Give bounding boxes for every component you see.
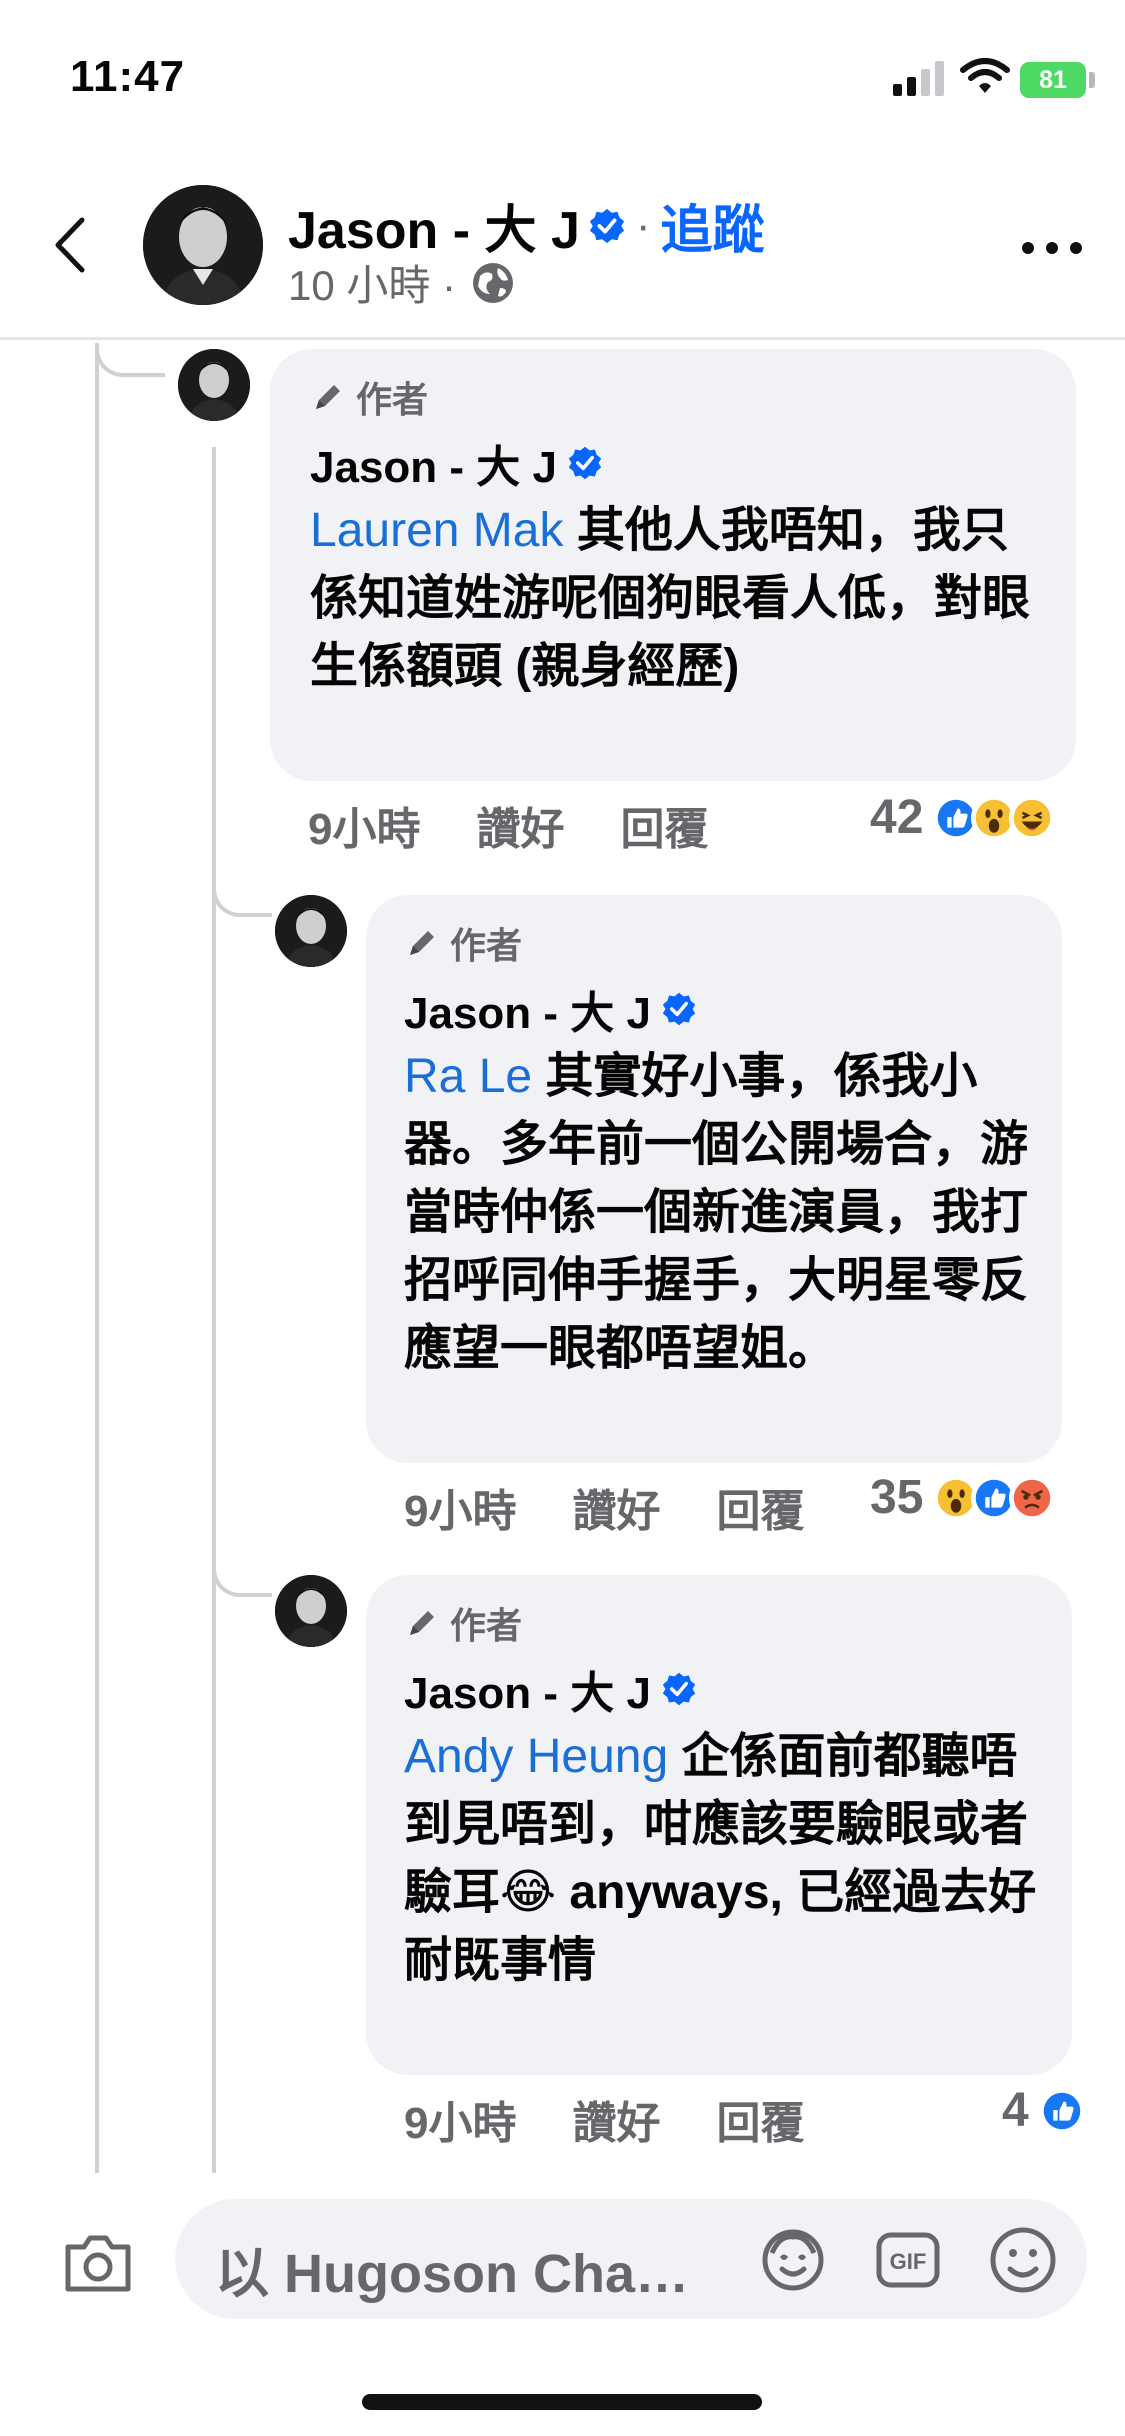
pencil-icon: [316, 385, 340, 409]
comment-actions: 9小時 讚好 回覆: [404, 1475, 860, 1539]
gif-label: GIF: [890, 2249, 927, 2274]
comment-text: Ra Le 其實好小事，係我小器。多年前一個公開場合，游當時仲係一個新進演員，我…: [404, 1043, 1034, 1383]
gif-icon: GIF: [876, 2232, 940, 2288]
comment-text: Andy Heung 企係面前都聽唔到見唔到，咁應該要驗眼或者驗耳😂 anywa…: [404, 1723, 1044, 1995]
reaction-count: 35: [870, 1471, 924, 1524]
commenter-name-text: Jason - 大 J: [310, 443, 557, 492]
pencil-icon: [410, 931, 434, 955]
camera-icon[interactable]: [62, 2231, 134, 2295]
commenter-name[interactable]: Jason - 大 J: [310, 431, 603, 495]
angry-reaction-icon: [1009, 1474, 1056, 1521]
more-options-icon[interactable]: [1020, 238, 1084, 258]
verified-badge-icon: [662, 1672, 696, 1706]
mention-link[interactable]: Ra Le: [404, 1050, 532, 1103]
commenter-name[interactable]: Jason - 大 J: [404, 1657, 697, 1721]
back-arrow-icon[interactable]: [40, 210, 100, 280]
post-header: Jason - 大 J · 追蹤 10 小時 ·: [0, 150, 1125, 340]
post-time: 10 小時 ·: [288, 262, 457, 309]
comment-avatar[interactable]: [275, 1575, 347, 1647]
thread-line-curve-2: [212, 883, 272, 917]
thread-line-curve-3: [212, 1563, 272, 1597]
reaction-count: 42: [870, 791, 924, 844]
comment-time: 9小時: [404, 2099, 517, 2148]
comment-actions: 9小時 讚好 回覆: [308, 793, 764, 857]
comment-actions: 9小時 讚好 回覆: [404, 2087, 860, 2151]
verified-badge-icon: [589, 208, 624, 243]
status-time: 11:47: [70, 52, 186, 101]
cellular-signal-icon: [893, 61, 944, 96]
commenter-name-text: Jason - 大 J: [404, 989, 651, 1038]
comment-time: 9小時: [404, 1487, 517, 1536]
mention-link[interactable]: Andy Heung: [404, 1730, 668, 1783]
avatar-photo: [275, 1575, 347, 1647]
wifi-icon: [960, 58, 1010, 93]
home-indicator: [362, 2394, 762, 2410]
reaction-summary[interactable]: 42: [870, 790, 1056, 845]
comment-avatar[interactable]: [275, 895, 347, 967]
pencil-icon: [410, 1611, 434, 1635]
reaction-summary[interactable]: 35: [870, 1470, 1056, 1525]
post-meta: 10 小時 ·: [288, 252, 516, 313]
thread-line-curve-1: [95, 343, 165, 377]
author-tag: 作者: [404, 917, 522, 969]
reply-button[interactable]: 回覆: [716, 2087, 804, 2151]
comment-bubble[interactable]: 作者 Jason - 大 J Ra Le 其實好小事，係我小器。多年前一個公開場…: [366, 895, 1062, 1463]
reaction-count: 4: [1002, 2084, 1029, 2137]
gif-button[interactable]: GIF: [875, 2227, 941, 2293]
emoji-icon[interactable]: [988, 2225, 1058, 2295]
author-tag-label: 作者: [450, 1605, 523, 1646]
thread-line-outer: [95, 343, 99, 2173]
battery-nub: [1089, 72, 1095, 88]
author-tag: 作者: [310, 371, 428, 423]
reaction-summary[interactable]: 4: [1002, 2083, 1085, 2138]
comment-input-placeholder: 以 Hugoson Cha…: [215, 2244, 689, 2304]
author-tag-label: 作者: [356, 379, 429, 420]
haha-reaction-icon: [1009, 794, 1056, 841]
comment-avatar[interactable]: [178, 349, 250, 421]
avatar-sticker-icon[interactable]: [760, 2227, 826, 2293]
reply-button[interactable]: 回覆: [620, 793, 708, 857]
comment-bubble[interactable]: 作者 Jason - 大 J Lauren Mak 其他人我唔知，我只係知道姓游…: [270, 349, 1076, 781]
battery-indicator: 81: [1020, 62, 1086, 98]
status-bar: 11:47 81: [0, 0, 1125, 150]
like-reaction-icon: [1038, 2087, 1085, 2134]
verified-badge-icon: [662, 992, 696, 1026]
like-button[interactable]: 讚好: [572, 2087, 660, 2151]
comment-text: Lauren Mak 其他人我唔知，我只係知道姓游呢個狗眼看人低，對眼生係額頭 …: [310, 497, 1050, 701]
verified-badge-icon: [568, 446, 602, 480]
follow-button[interactable]: 追蹤: [661, 188, 765, 263]
header-separator: ·: [635, 200, 651, 250]
thread-line-inner: [212, 447, 216, 2173]
author-tag-label: 作者: [450, 925, 523, 966]
like-button[interactable]: 讚好: [572, 1475, 660, 1539]
commenter-name[interactable]: Jason - 大 J: [404, 977, 697, 1041]
avatar-photo: [178, 349, 250, 421]
battery-level: 81: [1039, 65, 1067, 94]
globe-icon: [473, 262, 514, 303]
commenter-name-text: Jason - 大 J: [404, 1669, 651, 1718]
mention-link[interactable]: Lauren Mak: [310, 504, 563, 557]
profile-avatar[interactable]: [143, 185, 263, 305]
like-button[interactable]: 讚好: [476, 793, 564, 857]
avatar-photo: [275, 895, 347, 967]
comment-bubble[interactable]: 作者 Jason - 大 J Andy Heung 企係面前都聽唔到見唔到，咁應…: [366, 1575, 1072, 2075]
reply-button[interactable]: 回覆: [716, 1475, 804, 1539]
avatar-photo: [143, 185, 263, 305]
author-tag: 作者: [404, 1597, 522, 1649]
comment-input[interactable]: 以 Hugoson Cha… GIF: [175, 2199, 1087, 2319]
comment-time: 9小時: [308, 805, 421, 854]
comment-composer: 以 Hugoson Cha… GIF: [0, 2176, 1125, 2436]
comment-thread: 作者 Jason - 大 J Lauren Mak 其他人我唔知，我只係知道姓游…: [0, 343, 1125, 2173]
